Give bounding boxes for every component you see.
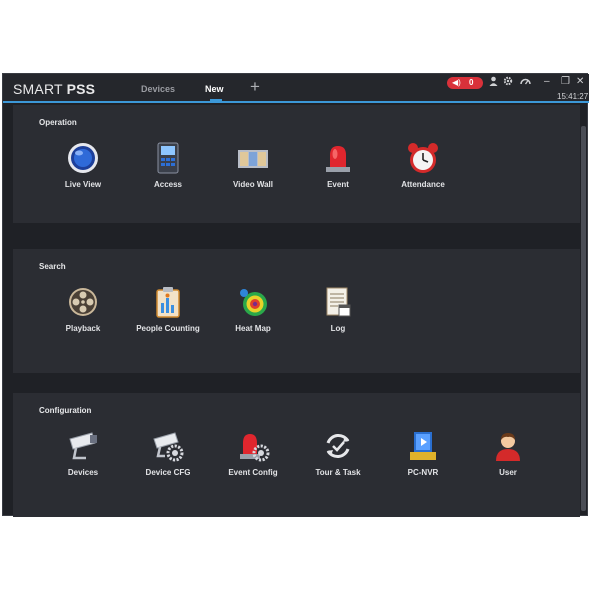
module-tour-task[interactable]: Tour & Task [293,429,383,477]
people-counting-icon [156,287,180,318]
user-icon[interactable] [489,76,498,90]
module-grid: Operation Live View Access Video Wall Ev… [3,105,589,517]
module-label: Video Wall [232,180,273,189]
module-label: Access [153,180,183,189]
event-config-icon [240,434,270,462]
log-icon [326,287,351,317]
device-cfg-icon [153,432,184,462]
module-label: Heat Map [235,324,271,333]
module-devices[interactable]: Devices [38,429,128,477]
module-label: User [499,468,517,477]
module-label: Attendance [401,180,445,189]
section-title-search: Search [39,262,66,271]
restore-icon[interactable]: ❐ [561,76,570,88]
active-tab-indicator [210,99,222,101]
user-account-icon [496,433,520,461]
gear-icon[interactable] [503,76,513,90]
devices-icon [69,432,97,460]
configuration-section: Configuration Devices Device CFG Event C… [13,393,580,517]
module-people-counting[interactable]: People Counting [123,285,213,333]
module-live-view[interactable]: Live View [38,141,128,189]
module-label: People Counting [136,324,200,333]
module-label: Device CFG [145,468,191,477]
app-window: SMART PSS Devices New + ◀) 0 – ❐ ✕ 15:41… [2,73,589,517]
module-label: Playback [65,324,101,333]
section-title-configuration: Configuration [39,406,92,415]
add-tab-button[interactable]: + [250,78,260,95]
module-label: Event Config [228,468,278,477]
pc-nvr-icon [410,432,436,460]
minimize-icon[interactable]: – [544,76,550,88]
playback-icon [69,288,97,316]
module-heat-map[interactable]: Heat Map [208,285,298,333]
operation-section: Operation Live View Access Video Wall Ev… [13,105,580,223]
access-icon [157,142,179,174]
heat-map-icon [240,289,267,316]
module-video-wall[interactable]: Video Wall [208,141,298,189]
title-bar: SMART PSS Devices New + ◀) 0 – ❐ ✕ 15:41… [3,74,589,103]
module-attendance[interactable]: Attendance [378,141,468,189]
search-section: Search Playback People Counting Heat Map [13,249,580,373]
module-label: Log [330,324,346,333]
video-wall-icon [238,150,268,168]
module-label: Tour & Task [315,468,361,477]
module-label: Live View [64,180,102,189]
alarm-count: 0 [469,78,474,87]
tab-new[interactable]: New [205,84,224,94]
module-access[interactable]: Access [123,141,213,189]
module-playback[interactable]: Playback [38,285,128,333]
clock: 15:41:27 [557,92,589,101]
section-title-operation: Operation [39,118,77,127]
module-label: Event [327,180,349,189]
tour-task-icon [326,434,350,458]
attendance-icon [408,143,438,173]
vertical-scrollbar[interactable] [581,126,586,511]
live-view-icon [68,143,98,173]
module-event-config[interactable]: Event Config [208,429,298,477]
module-log[interactable]: Log [293,285,383,333]
bell-icon: ◀) [452,78,461,87]
event-icon [326,146,350,172]
tab-devices[interactable]: Devices [141,84,175,94]
gauge-icon[interactable] [520,76,531,90]
module-label: Devices [67,468,99,477]
app-logo: SMART PSS [13,81,96,97]
module-event[interactable]: Event [293,141,383,189]
alarm-button[interactable]: ◀) 0 [447,77,483,89]
close-icon[interactable]: ✕ [576,76,584,88]
module-user[interactable]: User [463,429,553,477]
module-pc-nvr[interactable]: PC-NVR [378,429,468,477]
module-label: PC-NVR [407,468,439,477]
module-device-cfg[interactable]: Device CFG [123,429,213,477]
